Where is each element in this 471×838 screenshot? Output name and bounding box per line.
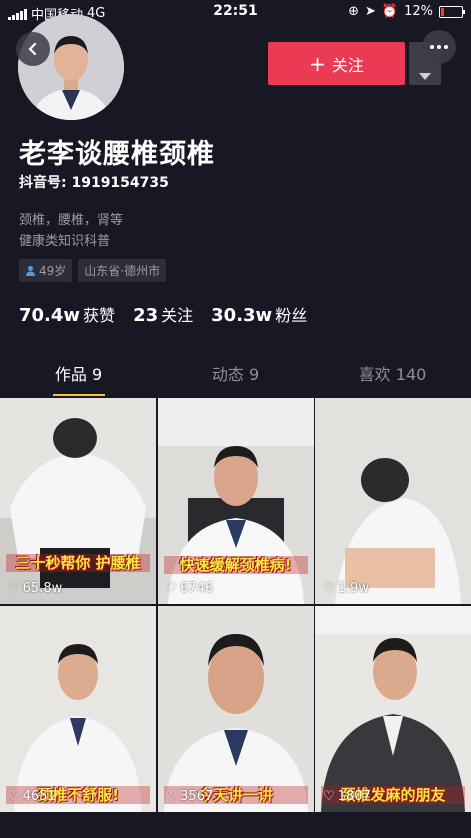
video-caption: 快速缓解颈椎病! — [163, 556, 308, 574]
video-likes: ♡ 65.8w — [8, 581, 63, 596]
alarm-icon: ⏰ — [381, 4, 399, 19]
tab-works[interactable]: 作品 9 — [0, 358, 157, 398]
more-menu-button[interactable] — [422, 30, 456, 64]
chevron-left-icon — [28, 42, 37, 56]
bio-line-1: 颈椎，腰椎，肾等 — [19, 213, 124, 228]
video-frame — [0, 398, 156, 604]
fans-stat[interactable]: 30.3w 粉丝 — [211, 302, 307, 326]
profile-name: 老李谈腰椎颈椎 — [19, 139, 215, 170]
following-label: 关注 — [161, 306, 194, 325]
video-likes: ♡ 6746 — [165, 581, 214, 596]
video-thumbnail[interactable]: 三十秒帮你 护腰椎 ♡ 65.8w — [0, 398, 156, 604]
heart-icon: ♡ — [8, 581, 20, 596]
plus-icon: + — [309, 51, 326, 76]
heart-icon: ♡ — [165, 581, 178, 596]
fans-label: 粉丝 — [275, 306, 308, 325]
age-tag: 49岁 — [19, 259, 73, 282]
video-grid: 三十秒帮你 护腰椎 ♡65.8w 快速缓解颈椎病! ♡6746 ♡1.9w — [0, 398, 471, 812]
video-caption: 三十秒帮你 护腰椎 — [6, 554, 150, 572]
video-thumbnail[interactable]: 颈椎发麻的朋友 ♡ 1807 — [315, 606, 471, 812]
video-likes: ♡ 1.9w — [323, 581, 369, 596]
likes-stat[interactable]: 70.4w 获赞 — [19, 302, 115, 326]
heart-icon: ♡ — [323, 789, 335, 804]
heart-icon: ♡ — [8, 789, 20, 804]
following-stat[interactable]: 23 关注 — [133, 302, 193, 326]
follow-button[interactable]: + 关注 — [268, 42, 405, 85]
tab-dynamics[interactable]: 动态 9 — [157, 358, 314, 398]
video-thumbnail[interactable]: ♡ 1.9w — [315, 398, 471, 604]
back-button[interactable] — [16, 32, 50, 66]
fans-value: 30.3w — [211, 305, 273, 326]
age-label: 49岁 — [39, 264, 67, 278]
following-value: 23 — [133, 305, 159, 326]
video-thumbnail[interactable]: 快速缓解颈椎病! ♡ 6746 — [157, 398, 314, 604]
video-likes: ♡ 3567 — [165, 789, 214, 804]
video-frame — [0, 606, 156, 812]
tab-likes[interactable]: 喜欢 140 — [314, 358, 471, 398]
bio-line-2: 健康类知识科普 — [19, 234, 111, 249]
battery-percent: 12% — [404, 4, 433, 19]
video-frame — [315, 606, 471, 812]
video-thumbnail[interactable]: 今天讲一讲 ♡ 3567 — [157, 606, 314, 812]
avatar[interactable] — [18, 14, 124, 120]
profile-tags: 49岁 山东省·德州市 — [19, 259, 167, 282]
dot — [437, 45, 441, 49]
location-icon: ➤ — [365, 4, 376, 19]
video-frame — [157, 606, 314, 812]
heart-icon: ♡ — [165, 789, 178, 804]
rotation-lock-icon: ⊕ — [348, 4, 359, 19]
dot — [444, 45, 448, 49]
douyin-id[interactable]: 抖音号: 1919154735 — [19, 172, 169, 192]
caret-down-icon — [419, 73, 431, 80]
video-thumbnail[interactable]: 颈椎不舒服! ♡ 4651 — [0, 606, 156, 812]
dot — [430, 45, 434, 49]
video-likes: ♡ 1807 — [323, 789, 371, 804]
bio: 颈椎，腰椎，肾等 健康类知识科普 — [19, 210, 123, 252]
video-likes: ♡ 4651 — [8, 789, 56, 804]
person-icon — [26, 266, 35, 276]
follow-label: 关注 — [331, 55, 364, 75]
location-tag: 山东省·德州市 — [78, 259, 167, 282]
likes-label: 获赞 — [83, 306, 116, 325]
battery-icon — [439, 5, 465, 18]
heart-icon: ♡ — [323, 581, 335, 596]
profile-stats: 70.4w 获赞 23 关注 30.3w 粉丝 — [19, 302, 307, 326]
video-frame — [315, 398, 471, 604]
likes-value: 70.4w — [19, 305, 81, 326]
content-tabs: 作品 9 动态 9 喜欢 140 — [0, 358, 471, 398]
